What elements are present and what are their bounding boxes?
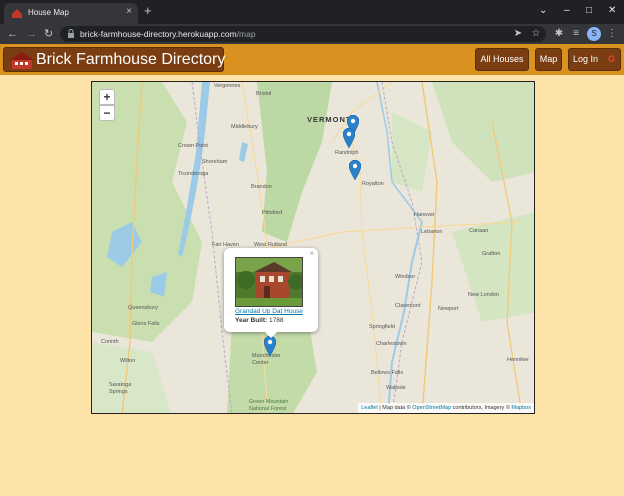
map-label: Springfield <box>369 324 395 330</box>
map-label: New London <box>468 292 499 298</box>
back-icon[interactable]: ← <box>7 26 18 42</box>
browser-tab[interactable]: House Map × <box>4 3 138 24</box>
house-marker-icon[interactable] <box>343 128 355 148</box>
house-detail-link[interactable]: Grandad Up Dat House <box>235 308 303 315</box>
map-label: Shoreham <box>202 159 228 165</box>
map-label: Newport <box>438 306 459 312</box>
login-button[interactable]: Log In G <box>568 48 621 71</box>
popup-close-icon[interactable]: × <box>309 249 314 258</box>
brand-text: Brick Farmhouse Directory <box>36 51 226 68</box>
farmhouse-logo-icon <box>10 52 34 69</box>
map-label: Glens Falls <box>132 321 160 327</box>
house-favicon-icon <box>12 9 22 18</box>
map-label: Walpole <box>386 385 406 391</box>
map-label: Crown Point <box>178 143 208 149</box>
map-label: Henniker <box>507 357 530 363</box>
map-label: Claremont <box>395 303 421 309</box>
map-label: Pittsford <box>262 210 283 216</box>
map-label: VERMONT <box>307 115 352 124</box>
minimize-icon[interactable]: – <box>564 4 570 18</box>
media-queue-icon[interactable]: ≡ <box>570 27 582 41</box>
browser-tabstrip: House Map × + ⌄ – □ ✕ <box>0 0 624 24</box>
url-path: /map <box>236 29 256 39</box>
zoom-out-button[interactable]: − <box>99 105 115 121</box>
map-label: Vergennes <box>214 83 241 89</box>
house-marker-icon[interactable] <box>349 160 361 180</box>
mapbox-link[interactable]: Mapbox <box>511 405 531 411</box>
attribution-text-2: contributors, Imagery © <box>451 405 512 411</box>
new-tab-button[interactable]: + <box>144 3 152 19</box>
browser-menu-icon[interactable]: ⋮ <box>606 27 618 41</box>
map-label: Randolph <box>335 150 359 156</box>
year-built-label: Year Built: <box>235 317 268 324</box>
map-label: Hanover <box>414 212 435 218</box>
map-attribution: Leaflet | Map data © OpenStreetMap contr… <box>358 403 534 413</box>
tab-title: House Map <box>28 8 69 17</box>
url-host: brick-farmhouse-directory.herokuapp.com <box>80 29 237 39</box>
map-link[interactable]: Map <box>535 48 562 71</box>
site-navbar: Brick Farmhouse Directory All Houses Map… <box>0 44 624 75</box>
map-label: Wilton <box>120 358 136 364</box>
leaflet-link[interactable]: Leaflet <box>361 405 378 411</box>
extensions-icon[interactable]: ✱ <box>553 27 565 41</box>
map-label: Bellows Falls <box>371 370 404 376</box>
maximize-icon[interactable]: □ <box>586 4 592 18</box>
map-label: Bristol <box>256 91 272 97</box>
map-label: Ticonderoga <box>178 171 209 177</box>
house-photo <box>235 257 303 307</box>
house-map[interactable]: + − Vergennes Bristol VERMONT Middlebury… <box>91 81 535 414</box>
map-label: Corinth <box>101 339 119 345</box>
map-label: Lebanon <box>421 229 443 235</box>
map-label: Canaan <box>469 228 489 234</box>
google-icon: G <box>607 54 615 64</box>
lock-icon <box>68 29 74 38</box>
url-text: brick-farmhouse-directory.herokuapp.com/… <box>80 29 256 39</box>
year-built: Year Built: 1788 <box>235 317 283 324</box>
forward-icon[interactable]: → <box>26 26 37 42</box>
all-houses-link[interactable]: All Houses <box>475 48 529 71</box>
map-label: Middlebury <box>231 124 258 130</box>
send-tab-icon[interactable]: ➤ <box>512 27 524 41</box>
map-label: Queensbury <box>128 305 158 311</box>
window-close-icon[interactable]: ✕ <box>608 4 616 18</box>
browser-toolbar: ← → ↻ brick-farmhouse-directory.herokuap… <box>0 24 624 44</box>
tab-close-icon[interactable]: × <box>126 6 132 17</box>
house-popup: × Grandad Up Dat House Year Built: 1788 <box>224 248 318 338</box>
bookmark-star-icon[interactable]: ☆ <box>530 27 542 41</box>
reload-icon[interactable]: ↻ <box>44 26 53 42</box>
profile-avatar[interactable]: S <box>587 27 601 41</box>
attribution-text: | Map data © <box>377 405 413 411</box>
osm-link[interactable]: OpenStreetMap <box>412 405 451 411</box>
popup-tip <box>264 331 278 338</box>
tab-search-icon[interactable]: ⌄ <box>539 4 547 18</box>
map-label: Charlestown <box>376 341 407 347</box>
map-label: Brandon <box>251 184 272 190</box>
address-bar[interactable]: brick-farmhouse-directory.herokuapp.com/… <box>60 26 546 42</box>
map-label: Royalton <box>362 181 384 187</box>
map-label: Windsor <box>395 274 416 280</box>
map-label: Grafton <box>482 251 501 257</box>
zoom-in-button[interactable]: + <box>99 89 115 105</box>
login-label: Log In <box>573 54 599 64</box>
house-marker-icon[interactable] <box>264 336 276 356</box>
map-label: Green Mountain National Forest <box>249 399 289 412</box>
map-label: Saratoga Springs <box>109 382 132 395</box>
brand-link[interactable]: Brick Farmhouse Directory <box>3 47 226 72</box>
year-built-value: 1788 <box>268 317 284 324</box>
